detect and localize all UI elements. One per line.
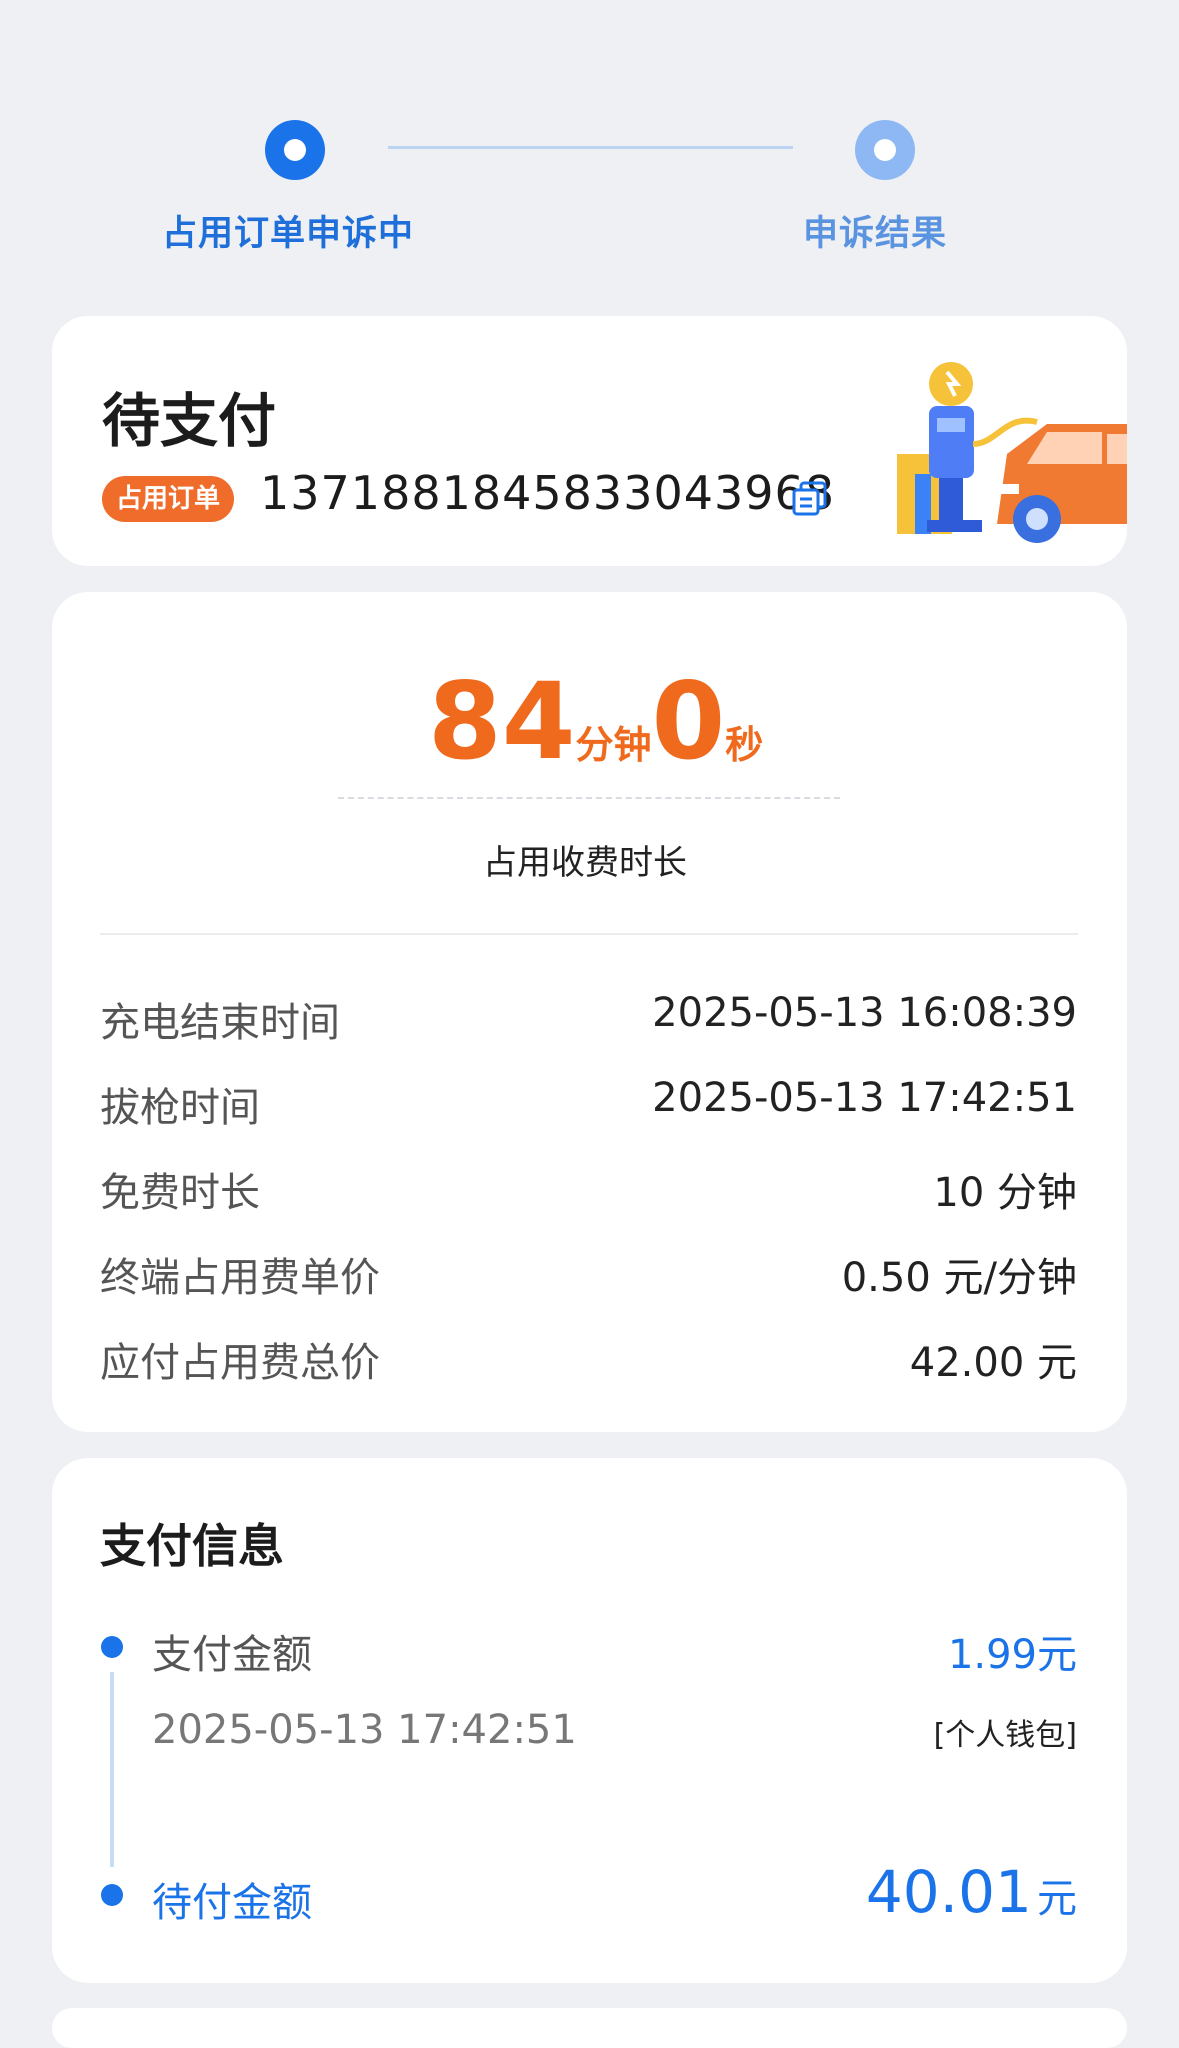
detail-label-free-duration: 免费时长 — [100, 1170, 260, 1216]
due-label: 待付金额 — [152, 1880, 312, 1926]
detail-label-unplug: 拔枪时间 — [100, 1085, 260, 1131]
timeline-dot-paid — [101, 1636, 123, 1658]
timeline-line — [110, 1672, 114, 1867]
paid-value: 1.99元 — [947, 1632, 1077, 1678]
section-divider — [100, 933, 1078, 935]
order-status: 待支付 — [102, 387, 277, 455]
payment-title: 支付信息 — [100, 1519, 284, 1573]
detail-value-unit-price: 0.50 元/分钟 — [841, 1255, 1077, 1301]
detail-label-total: 应付占用费总价 — [100, 1340, 380, 1386]
timer-label: 占用收费时长 — [483, 843, 687, 883]
step-dot-inactive — [855, 120, 915, 180]
due-amount: 40.01 元 — [866, 1858, 1077, 1926]
paid-time: 2025-05-13 17:42:51 — [152, 1707, 577, 1753]
next-card-partial — [52, 2008, 1127, 2048]
occupancy-timer: 84分钟0秒 — [428, 660, 763, 783]
order-type-tag: 占用订单 — [102, 476, 235, 522]
timer-seconds-unit: 秒 — [725, 723, 764, 767]
timeline-dot-due — [101, 1884, 123, 1906]
step-dot-active — [265, 120, 325, 180]
copy-icon[interactable] — [790, 479, 830, 519]
charging-station-car-illustration — [897, 362, 1127, 543]
detail-label-unit-price: 终端占用费单价 — [100, 1255, 380, 1301]
wallet-tag: [个人钱包] — [933, 1718, 1077, 1753]
timer-divider — [338, 797, 840, 799]
timer-minutes: 84 — [428, 660, 576, 783]
timer-seconds: 0 — [651, 660, 726, 783]
step-connector — [388, 146, 793, 149]
due-amount-unit: 元 — [1037, 1876, 1077, 1922]
due-amount-number: 40.01 — [865, 1858, 1032, 1926]
paid-label: 支付金额 — [152, 1632, 312, 1678]
detail-value-charge-end: 2025-05-13 16:08:39 — [652, 990, 1077, 1036]
order-card: 待支付 占用订单 13718818458330439​68 — [52, 316, 1127, 566]
detail-label-charge-end: 充电结束时间 — [100, 1000, 340, 1046]
order-number: 13718818458330439​68 — [260, 466, 836, 520]
step-label-appealing: 占用订单申诉中 — [162, 214, 415, 254]
timer-minutes-unit: 分钟 — [575, 723, 652, 767]
detail-value-free-duration: 10 分钟 — [933, 1170, 1077, 1216]
detail-value-total: 42.00 元 — [909, 1340, 1077, 1386]
detail-value-unplug: 2025-05-13 17:42:51 — [652, 1075, 1077, 1121]
step-label-result: 申诉结果 — [803, 214, 948, 254]
